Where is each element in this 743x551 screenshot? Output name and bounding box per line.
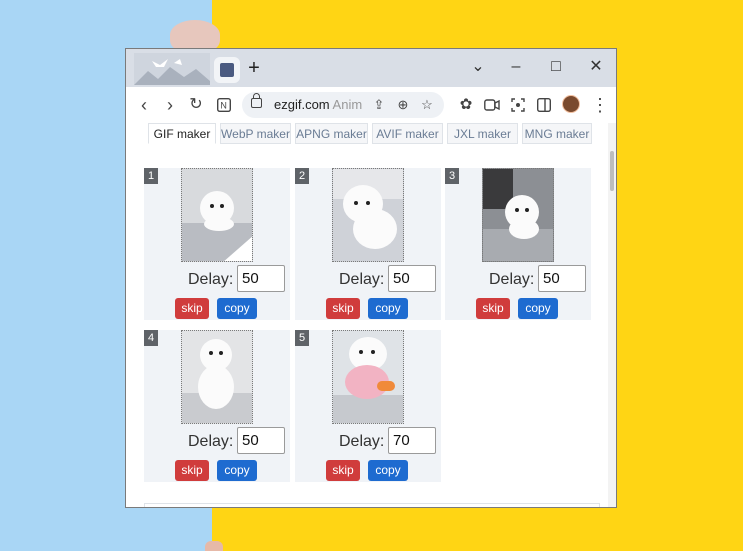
scan-icon[interactable] — [506, 93, 530, 117]
page-content: GIF maker WebP maker APNG maker AVIF mak… — [126, 123, 616, 507]
profile-avatar[interactable] — [562, 95, 580, 113]
options-panel — [144, 503, 600, 507]
skip-button[interactable]: skip — [476, 298, 510, 319]
copy-button[interactable]: copy — [217, 298, 257, 319]
url-text[interactable]: ezgif.com Anim — [274, 97, 362, 112]
frame-thumbnail[interactable] — [181, 330, 253, 424]
bookmark-star-icon[interactable]: ☆ — [418, 96, 436, 114]
url-host: ezgif.com — [274, 97, 330, 112]
url-path: Anim — [332, 97, 363, 112]
delay-input[interactable] — [237, 265, 285, 292]
close-icon[interactable]: ✕ — [578, 55, 614, 79]
new-tab-icon[interactable]: + — [242, 55, 266, 81]
frame-number: 2 — [295, 168, 309, 184]
share-icon[interactable]: ⇪ — [370, 96, 388, 114]
svg-text:N: N — [220, 101, 227, 111]
copy-button[interactable]: copy — [217, 460, 257, 481]
browser-toolbar: ‹ › ↻ N ezgif.com Anim ⇪ ⊕ ☆ ✿ ⋮ — [126, 87, 616, 123]
tab-search-icon[interactable]: ⌄ — [460, 55, 496, 79]
frame-thumbnail[interactable] — [482, 168, 554, 262]
frame-card: 3 Delay: skip copy — [445, 168, 591, 320]
delay-label: Delay: — [339, 433, 385, 450]
skip-button[interactable]: skip — [175, 460, 209, 481]
frame-thumbnail[interactable] — [332, 168, 404, 262]
tab-webp-maker[interactable]: WebP maker — [220, 123, 291, 144]
address-bar[interactable]: ezgif.com Anim ⇪ ⊕ ☆ — [242, 92, 444, 118]
lock-icon[interactable] — [251, 93, 262, 108]
theme-artwork — [134, 53, 210, 85]
delay-label: Delay: — [188, 271, 234, 288]
plush-toy-decoration — [170, 20, 220, 50]
frame-number: 3 — [445, 168, 459, 184]
tab-gif-maker[interactable]: GIF maker — [148, 123, 216, 144]
frame-number: 1 — [144, 168, 158, 184]
frame-number: 5 — [295, 330, 309, 346]
frame-card: 4 Delay: skip copy — [144, 330, 290, 482]
notion-icon[interactable]: N — [212, 93, 236, 117]
reload-icon[interactable]: ↻ — [184, 93, 208, 117]
active-tab-favicon[interactable] — [214, 57, 240, 83]
frame-number: 4 — [144, 330, 158, 346]
delay-input[interactable] — [538, 265, 586, 292]
delay-input[interactable] — [388, 427, 436, 454]
tab-avif-maker[interactable]: AVIF maker — [372, 123, 443, 144]
copy-button[interactable]: copy — [368, 298, 408, 319]
skip-button[interactable]: skip — [326, 460, 360, 481]
delay-label: Delay: — [188, 433, 234, 450]
skip-button[interactable]: skip — [326, 298, 360, 319]
tab-mng-maker[interactable]: MNG maker — [522, 123, 592, 144]
frame-thumbnail[interactable] — [181, 168, 253, 262]
delay-label: Delay: — [339, 271, 385, 288]
menu-icon[interactable]: ⋮ — [588, 93, 612, 117]
browser-window: + ⌄ – □ ✕ ‹ › ↻ N ezgif.com Anim ⇪ ⊕ ☆ ✿… — [125, 48, 617, 508]
copy-button[interactable]: copy — [368, 460, 408, 481]
tab-jxl-maker[interactable]: JXL maker — [447, 123, 518, 144]
tab-apng-maker[interactable]: APNG maker — [295, 123, 368, 144]
scrollbar-thumb[interactable] — [610, 151, 614, 191]
plush-toy-decoration — [205, 541, 223, 551]
copy-button[interactable]: copy — [518, 298, 558, 319]
delay-label: Delay: — [489, 271, 535, 288]
delay-input[interactable] — [237, 427, 285, 454]
frame-card: 2 Delay: skip copy — [295, 168, 441, 320]
maker-tabs: GIF maker WebP maker APNG maker AVIF mak… — [144, 123, 604, 145]
extensions-icon[interactable]: ✿ — [454, 93, 478, 117]
sidepanel-icon[interactable] — [532, 93, 556, 117]
back-icon[interactable]: ‹ — [132, 93, 156, 117]
frame-card: 1 Delay: skip copy — [144, 168, 290, 320]
frame-card: 5 Delay: skip copy — [295, 330, 441, 482]
camera-icon[interactable] — [480, 93, 504, 117]
minimize-icon[interactable]: – — [498, 55, 534, 79]
zoom-icon[interactable]: ⊕ — [394, 96, 412, 114]
maximize-icon[interactable]: □ — [538, 55, 574, 79]
title-bar: + ⌄ – □ ✕ — [126, 49, 616, 87]
forward-icon[interactable]: › — [158, 93, 182, 117]
delay-input[interactable] — [388, 265, 436, 292]
frame-thumbnail[interactable] — [332, 330, 404, 424]
skip-button[interactable]: skip — [175, 298, 209, 319]
